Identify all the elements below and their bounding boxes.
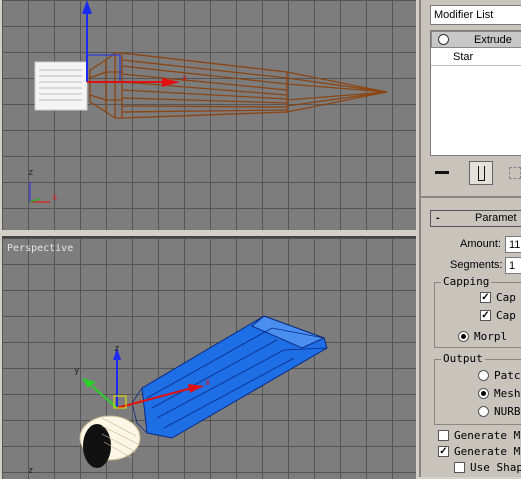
generate-material-ids-label: Generate M xyxy=(454,445,521,458)
make-unique-icon xyxy=(509,167,521,179)
gizmo-y-label: y xyxy=(74,366,80,376)
amount-label: Amount: xyxy=(460,238,501,250)
make-unique-button[interactable] xyxy=(505,161,521,185)
generate-material-ids-checkbox[interactable]: ✓ xyxy=(438,446,449,457)
nurbs-label: NURB xyxy=(494,405,521,418)
lightbulb-icon[interactable] xyxy=(438,34,449,45)
morph-label: Morpl xyxy=(474,330,508,343)
perspective-viewport[interactable]: Perspective z y x z xyxy=(2,236,416,479)
segments-value: 1 xyxy=(509,260,516,272)
stack-item-extrude[interactable]: Extrude xyxy=(431,31,521,48)
cap-end-label: Cap xyxy=(496,309,516,322)
segments-label: Segments: xyxy=(450,259,503,271)
amount-value: 11 xyxy=(509,239,521,251)
mesh-radio[interactable] xyxy=(478,388,489,399)
tube-mesh xyxy=(131,315,328,439)
nurbs-radio[interactable] xyxy=(478,406,489,417)
cap-start-checkbox[interactable]: ✓ xyxy=(480,292,491,303)
gizmo-x-label: x xyxy=(205,378,211,388)
gizmo-x-label: x xyxy=(182,74,188,84)
gizmo-z-label: z xyxy=(114,344,120,354)
generate-mapping-label: Generate M xyxy=(454,429,521,442)
panel-separator xyxy=(421,196,521,198)
modifier-stack: Extrude Star xyxy=(430,30,521,156)
pin-icon xyxy=(435,171,449,174)
modifier-list-dropdown[interactable]: Modifier List xyxy=(430,5,521,25)
mesh-label: Mesh xyxy=(494,387,521,400)
cap-object xyxy=(34,61,88,111)
show-end-result-button[interactable] xyxy=(469,161,493,185)
stack-item-label: Star xyxy=(453,51,474,63)
output-title: Output xyxy=(441,352,485,365)
command-panel: Modifier List Extrude Star - Paramet Amo… xyxy=(419,0,521,477)
rollout-title: Paramet xyxy=(475,212,517,224)
collapse-icon: - xyxy=(436,212,440,224)
stack-item-label: Extrude xyxy=(474,34,512,46)
generate-mapping-checkbox[interactable] xyxy=(438,430,449,441)
show-result-icon xyxy=(478,166,485,181)
axis-x-label: x xyxy=(52,193,58,203)
segments-input[interactable]: 1 xyxy=(505,257,521,274)
top-viewport-scene xyxy=(29,0,388,203)
perspective-scene xyxy=(79,315,328,468)
transform-gizmo xyxy=(82,0,180,87)
tube-wireframe xyxy=(89,52,388,119)
axis-z-label: z xyxy=(28,168,34,178)
amount-input[interactable]: 11 xyxy=(505,236,521,253)
use-shape-ids-label: Use Shap xyxy=(470,461,521,474)
cap-mesh xyxy=(79,415,141,468)
pin-stack-button[interactable] xyxy=(431,162,453,184)
cap-end-checkbox[interactable]: ✓ xyxy=(480,310,491,321)
cap-start-label: Cap xyxy=(496,291,516,304)
patch-radio[interactable] xyxy=(478,370,489,381)
axis-tripod xyxy=(29,182,50,203)
dropdown-value: Modifier List xyxy=(434,9,494,21)
stack-divider xyxy=(431,65,521,66)
parameters-rollout-header[interactable]: - Paramet xyxy=(430,210,521,227)
morph-radio[interactable] xyxy=(458,331,469,342)
axis-z-label: z xyxy=(28,466,34,476)
top-viewport[interactable]: z x x xyxy=(2,0,416,230)
stack-item-star[interactable]: Star xyxy=(431,49,521,65)
use-shape-ids-checkbox[interactable] xyxy=(454,462,465,473)
capping-title: Capping xyxy=(441,275,492,288)
patch-label: Patc xyxy=(494,369,521,382)
